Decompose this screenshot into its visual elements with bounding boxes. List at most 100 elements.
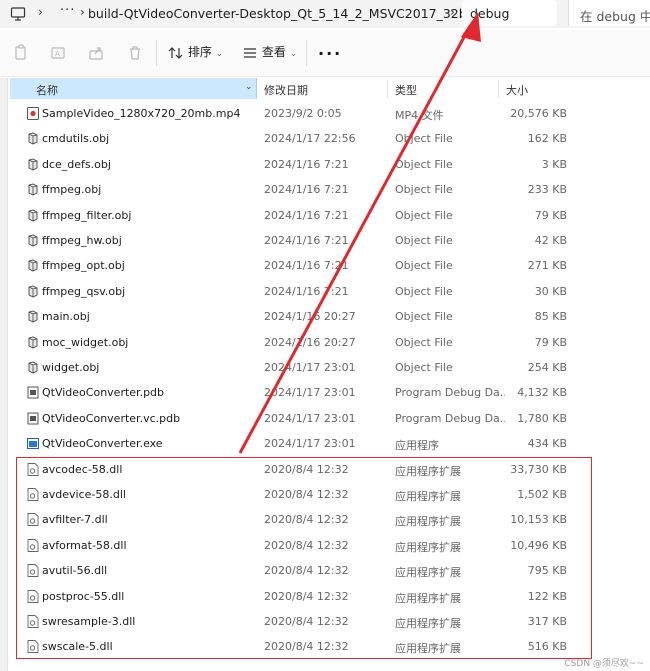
view-icon <box>244 47 256 58</box>
file-date: 2024/1/17 23:01 <box>264 361 356 374</box>
file-date: 2024/1/16 7:21 <box>264 208 349 222</box>
search-input[interactable]: 在 debug 中搜 <box>568 0 650 26</box>
file-name: cmdutils.obj <box>42 132 110 146</box>
computer-icon[interactable] <box>10 6 26 22</box>
file-type: 应用程序扩展 <box>395 617 461 630</box>
file-name: QtVideoConverter.pdb <box>42 386 165 400</box>
file-row[interactable]: ffmpeg_hw.obj 2024/1/16 7:21 Object File 42… <box>10 228 650 253</box>
file-name: SampleVideo_1280x720_20mb.mp4 <box>42 107 241 120</box>
file-size: 254 KB <box>527 361 567 374</box>
file-date: 2020/8/4 12:32 <box>264 488 349 501</box>
file-row[interactable]: ffmpeg.obj 2024/1/16 7:21 Object File 233 K… <box>10 177 650 202</box>
file-size: 271 KB <box>527 259 567 273</box>
file-name: avdevice-58.dll <box>42 488 126 501</box>
file-name: widget.obj <box>42 361 100 374</box>
column-header-type[interactable]: 类型 <box>395 82 417 98</box>
rename-icon[interactable]: A <box>50 44 68 62</box>
file-size: 20,576 KB <box>510 107 567 120</box>
file-row[interactable]: widget.obj 2024/1/17 23:01 Object File 254 … <box>10 355 650 380</box>
file-row[interactable]: moc_widget.obj 2024/1/16 20:27 Object File… <box>10 330 650 355</box>
file-name: moc_widget.obj <box>42 335 129 349</box>
file-size: 3 KB <box>541 157 567 171</box>
file-type: 应用程序扩展 <box>395 515 461 529</box>
file-size: 30 KB <box>534 284 567 298</box>
view-button[interactable]: 查看 ⌄ <box>242 43 297 60</box>
file-size: 79 KB <box>534 208 567 222</box>
toolbar-divider <box>306 40 307 66</box>
column-header: 名称 ⌄ 修改日期 类型 大小 <box>10 78 650 100</box>
file-date: 2020/8/4 12:32 <box>264 462 349 476</box>
delete-icon[interactable] <box>126 44 144 62</box>
file-size: 10,153 KB <box>510 513 567 527</box>
file-type: Object File <box>395 208 453 222</box>
file-size: 434 KB <box>527 437 567 451</box>
file-row[interactable]: dce_defs.obj 2024/1/16 7:21 Object File 3 K… <box>10 152 650 177</box>
file-row[interactable]: swresample-3.dll 2020/8/4 12:32 应用程序扩展 317 … <box>10 609 650 634</box>
file-size: 317 KB <box>527 615 567 628</box>
file-row[interactable]: ffmpeg_qsv.obj 2024/1/16 7:21 Object File 3… <box>10 279 650 304</box>
column-header-name[interactable]: 名称 <box>10 78 257 99</box>
file-row[interactable]: QtVideoConverter.vc.pdb 2024/1/17 23:01 Pr… <box>10 406 650 431</box>
file-size: 4,132 KB <box>517 386 567 400</box>
file-type: 应用程序扩展 <box>395 464 461 478</box>
file-type: Object File <box>395 284 453 298</box>
breadcrumb-build-folder[interactable]: build-QtVideoConverter-Desktop_Qt_5_14_2… <box>88 6 521 21</box>
file-row[interactable]: main.obj 2024/1/16 20:27 Object File 85 KB <box>10 304 650 329</box>
file-row[interactable]: avcodec-58.dll 2020/8/4 12:32 应用程序扩展 33,730… <box>10 457 650 482</box>
file-size: 33,730 KB <box>510 462 567 476</box>
column-divider[interactable] <box>498 80 499 98</box>
copy-icon[interactable] <box>12 44 30 62</box>
file-type: Object File <box>395 157 453 171</box>
file-name: avutil-56.dll <box>42 564 108 578</box>
file-size: 10,496 KB <box>510 538 567 552</box>
file-row[interactable]: QtVideoConverter.pdb 2024/1/17 23:01 Progr… <box>10 380 650 405</box>
file-name: ffmpeg_hw.obj <box>42 234 122 247</box>
file-row[interactable]: postproc-55.dll 2020/8/4 12:32 应用程序扩展 122 K… <box>10 584 650 609</box>
file-row[interactable]: cmdutils.obj 2024/1/17 22:56 Object File 16… <box>10 126 650 151</box>
file-name: avcodec-58.dll <box>42 462 123 476</box>
file-name: avfilter-7.dll <box>42 513 108 527</box>
file-row[interactable]: avfilter-7.dll 2020/8/4 12:32 应用程序扩展 10,153… <box>10 507 650 532</box>
file-row[interactable]: swscale-5.dll 2020/8/4 12:32 应用程序扩展 516 KB <box>10 634 650 659</box>
file-date: 2020/8/4 12:32 <box>264 513 349 527</box>
breadcrumb-overflow-button[interactable]: ··· <box>60 3 75 18</box>
file-row[interactable]: avdevice-58.dll 2020/8/4 12:32 应用程序扩展 1,502… <box>10 482 650 507</box>
file-size: 1,780 KB <box>517 411 567 425</box>
column-name-label: 名称 <box>36 84 58 97</box>
breadcrumb-debug-folder[interactable]: debug <box>462 0 557 26</box>
file-name: QtVideoConverter.vc.pdb <box>42 411 181 425</box>
file-name: ffmpeg_filter.obj <box>42 208 132 222</box>
file-size: 795 KB <box>527 564 567 578</box>
file-row[interactable]: QtVideoConverter.exe 2024/1/17 23:01 应用程序 4… <box>10 431 650 456</box>
file-type: Object File <box>395 132 453 146</box>
column-header-size[interactable]: 大小 <box>506 82 528 98</box>
file-type: 应用程序扩展 <box>395 490 461 503</box>
address-bar: › ··· › build-QtVideoConverter-Desktop_Q… <box>0 0 650 28</box>
column-divider[interactable] <box>387 80 388 98</box>
navigation-pane-edge[interactable] <box>0 78 8 671</box>
file-row[interactable]: ffmpeg_opt.obj 2024/1/16 7:21 Object File 2… <box>10 253 650 278</box>
file-date: 2024/1/17 23:01 <box>264 437 356 451</box>
more-options-button[interactable]: ··· <box>318 44 342 63</box>
share-icon[interactable] <box>88 44 106 62</box>
file-date: 2024/1/16 7:21 <box>264 157 349 171</box>
file-name: QtVideoConverter.exe <box>42 437 163 451</box>
file-size: 42 KB <box>534 234 567 247</box>
file-name: ffmpeg_qsv.obj <box>42 284 126 298</box>
file-date: 2024/1/17 23:01 <box>264 411 356 425</box>
file-row[interactable]: avutil-56.dll 2020/8/4 12:32 应用程序扩展 795 KB <box>10 558 650 583</box>
file-type: 应用程序 <box>395 439 439 453</box>
sort-chevron-icon: ⌄ <box>245 82 253 92</box>
file-size: 516 KB <box>527 640 567 654</box>
file-row[interactable]: avformat-58.dll 2020/8/4 12:32 应用程序扩展 10,49… <box>10 533 650 558</box>
file-row[interactable]: SampleVideo_1280x720_20mb.mp4 2023/9/2 0:… <box>10 101 650 126</box>
sort-button[interactable]: 排序 ⌄ <box>168 43 223 60</box>
column-header-date[interactable]: 修改日期 <box>264 82 308 98</box>
file-date: 2020/8/4 12:32 <box>264 564 349 578</box>
file-type: Object File <box>395 234 453 247</box>
file-row[interactable]: ffmpeg_filter.obj 2024/1/16 7:21 Object Fi… <box>10 203 650 228</box>
view-label: 查看 <box>261 45 286 59</box>
file-date: 2024/1/16 7:21 <box>264 259 349 273</box>
file-date: 2024/1/16 7:21 <box>264 183 349 197</box>
file-date: 2024/1/16 20:27 <box>264 335 356 349</box>
